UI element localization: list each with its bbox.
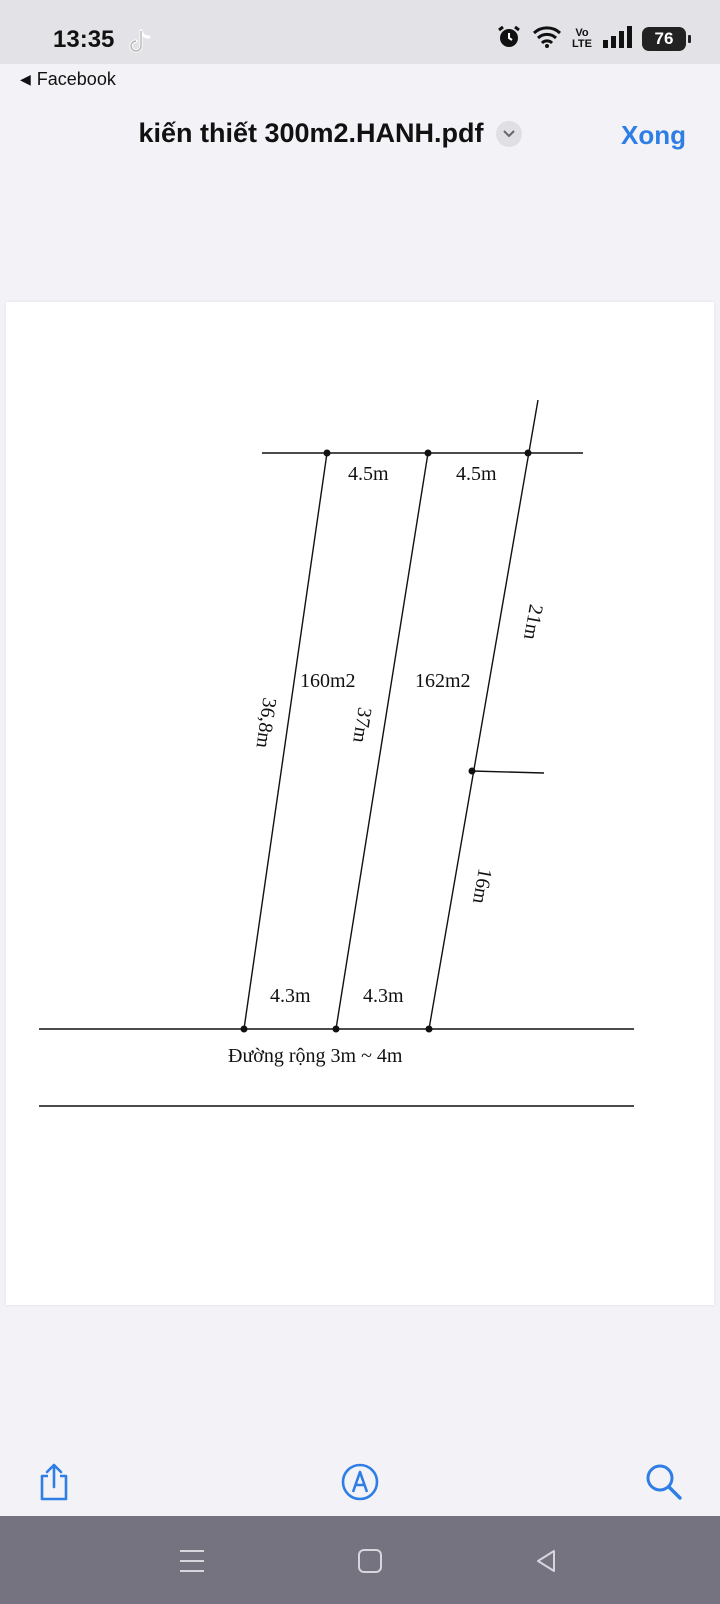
corner-point [425,1025,433,1033]
pdf-page: 4.5m 4.5m 160m2 162m2 4.3m 4.3m Đường rộ… [6,302,714,1305]
menu-icon[interactable] [172,1544,212,1578]
area-label-right: 162m2 [415,670,471,692]
corner-point [468,767,476,775]
land-plot-diagram: 4.5m 4.5m 160m2 162m2 4.3m 4.3m Đường rộ… [39,399,634,1107]
wifi-icon [532,25,562,54]
home-icon[interactable] [350,1544,390,1578]
corner-point [240,1025,248,1033]
back-link-label: Facebook [36,69,116,89]
back-icon[interactable] [526,1544,566,1578]
signal-icon [602,25,632,53]
status-time: 13:35 [53,26,115,53]
battery-indicator: 76 [642,27,691,51]
search-icon[interactable] [642,1460,686,1504]
document-title-bar: kiến thiết 300m2.HANH.pdf [0,118,720,149]
top-width-label-right: 4.5m [456,463,497,485]
side-length-right-lower: 16m [468,867,496,906]
status-bar: 13:35 Vo LTE 76 [0,0,720,64]
back-to-facebook-link[interactable]: ◀ Facebook [20,69,116,90]
right-offset-line [471,770,545,774]
chevron-down-icon[interactable] [495,120,522,147]
side-length-right-upper: 21m [519,603,547,642]
document-title-button[interactable]: kiến thiết 300m2.HANH.pdf [138,118,522,149]
tiktok-icon [128,28,154,61]
corner-point [332,1025,340,1033]
bottom-toolbar [0,1430,720,1520]
corner-point [424,449,432,457]
status-icons: Vo LTE 76 [496,24,691,55]
side-length-middle: 37m [348,706,375,745]
system-navigation-bar [0,1516,720,1604]
area-label-left: 160m2 [300,670,356,692]
right-side-line [428,399,539,1030]
side-length-left: 36,8m [251,696,280,750]
share-icon[interactable] [32,1460,76,1504]
markup-icon[interactable] [338,1460,382,1504]
alarm-icon [496,24,522,55]
corner-point [524,449,532,457]
back-triangle-icon: ◀ [20,71,31,87]
bottom-width-label-right: 4.3m [363,985,404,1007]
bottom-width-label-left: 4.3m [270,985,311,1007]
corner-point [323,449,331,457]
road-label: Đường rộng 3m ~ 4m [228,1045,403,1067]
volte-indicator: Vo LTE [572,27,592,50]
document-title: kiến thiết 300m2.HANH.pdf [138,118,484,148]
done-button[interactable]: Xong [621,120,686,151]
top-width-label-left: 4.5m [348,463,389,485]
